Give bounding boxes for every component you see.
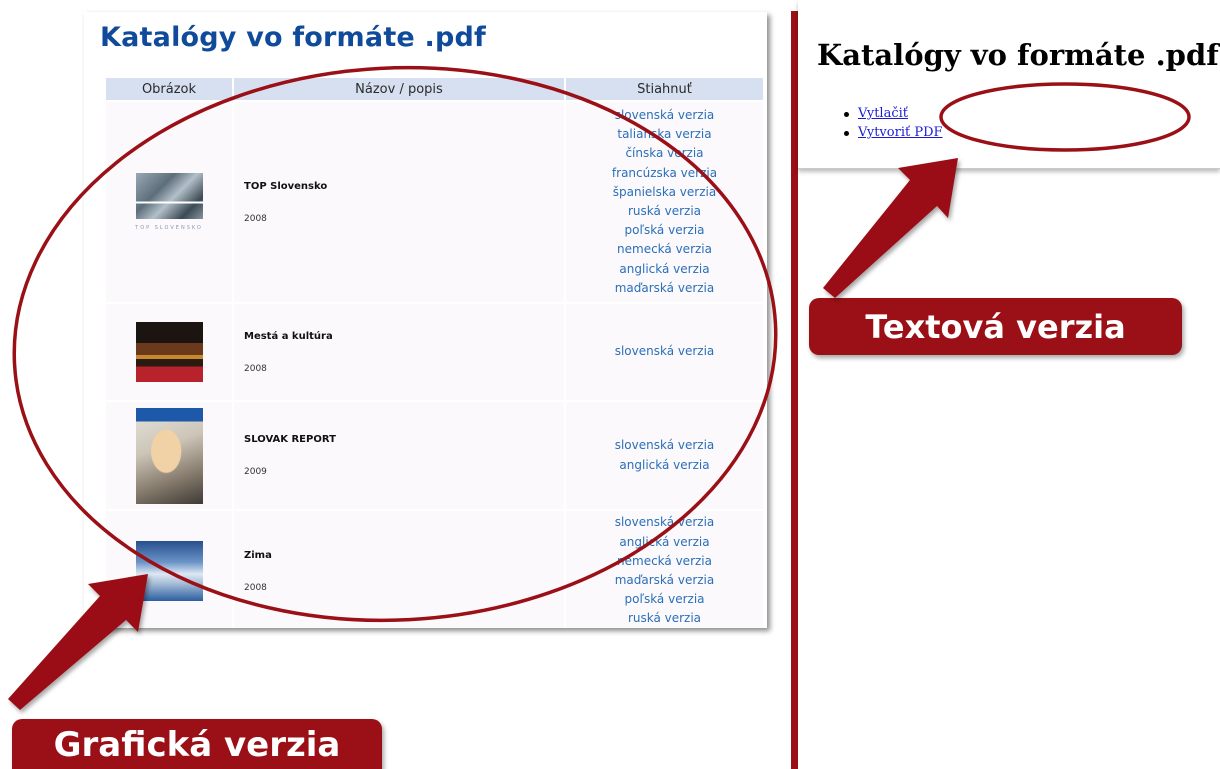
download-link[interactable]: anglická verzia [566, 260, 763, 279]
table-header-row: Obrázok Názov / popis Stiahnuť [106, 78, 763, 100]
column-header-image: Obrázok [106, 78, 232, 100]
catalog-download-cell: slovenská verzia anglická verzia nemecká… [566, 511, 763, 628]
arrow-icon [823, 158, 958, 298]
catalog-title: SLOVAK REPORT [244, 434, 336, 445]
catalog-name-cell: Mestá a kultúra 2008 [234, 304, 564, 400]
text-version-label: Textová verzia [809, 298, 1182, 355]
slide: Katalógy vo formáte .pdf Obrázok Názov /… [0, 0, 1220, 769]
graphical-version-label: Grafická verzia [12, 719, 382, 769]
download-link[interactable]: ruská verzia [566, 202, 763, 221]
download-link[interactable]: francúzska verzia [566, 164, 763, 183]
vertical-divider [791, 11, 798, 769]
catalog-title: Zima [244, 549, 272, 561]
catalog-thumbnail[interactable] [135, 173, 203, 219]
create-pdf-link[interactable]: Vytvoriť PDF [858, 125, 943, 140]
catalog-image-cell: TOP SLOVENSKO [106, 102, 232, 302]
download-link[interactable]: nemecká verzia [566, 552, 763, 571]
column-header-download: Stiahnuť [566, 78, 763, 100]
graphical-version-screenshot: Katalógy vo formáte .pdf Obrázok Názov /… [84, 12, 767, 628]
download-link[interactable]: anglická verzia [566, 533, 763, 552]
download-link[interactable]: nemecká verzia [566, 240, 763, 259]
catalog-name-cell: SLOVAK REPORT 2009 [234, 402, 564, 509]
download-link[interactable]: poľská verzia [566, 221, 763, 240]
catalog-download-cell: slovenská verzia anglická verzia [566, 402, 763, 509]
page-title: Katalógy vo formáte .pdf [100, 22, 486, 53]
download-link[interactable]: maďarská verzia [566, 571, 763, 590]
download-link[interactable]: anglická verzia [566, 456, 763, 475]
catalog-thumbnail[interactable] [135, 407, 203, 504]
print-link[interactable]: Vytlačiť [858, 106, 908, 121]
table-row: SLOVAK REPORT 2009 slovenská verzia angl… [106, 402, 763, 509]
catalog-title: Mestá a kultúra [244, 330, 333, 342]
catalog-year: 2009 [244, 467, 267, 477]
catalog-year: 2008 [244, 582, 267, 593]
thumbnail-caption: TOP SLOVENSKO [135, 225, 203, 231]
download-link[interactable]: talianska verzia [566, 125, 763, 144]
catalog-download-cell: slovenská verzia [566, 304, 763, 400]
catalog-thumbnail[interactable] [135, 541, 203, 601]
table-row: TOP SLOVENSKO TOP Slovensko 2008 slovens… [106, 102, 763, 302]
download-link[interactable]: poľská verzia [566, 590, 763, 609]
catalog-image-cell [106, 402, 232, 509]
text-version-screenshot: Katalógy vo formáte .pdf Vytlačiť Vytvor… [798, 0, 1220, 169]
list-item: Vytvoriť PDF [844, 123, 943, 142]
download-link[interactable]: slovenská verzia [566, 342, 763, 361]
list-item: Vytlačiť [844, 104, 943, 123]
action-links: Vytlačiť Vytvoriť PDF [844, 104, 943, 142]
catalog-name-cell: TOP Slovensko 2008 [234, 102, 564, 302]
catalog-table: Obrázok Názov / popis Stiahnuť TOP SLOVE… [104, 76, 765, 628]
catalog-name-cell: Zima 2008 [234, 511, 564, 628]
download-link[interactable]: čínska verzia [566, 144, 763, 163]
catalog-year: 2008 [244, 213, 267, 224]
catalog-image-cell [106, 304, 232, 400]
column-header-name: Názov / popis [234, 78, 564, 100]
download-link[interactable]: maďarská verzia [566, 279, 763, 298]
table-row: Zima 2008 slovenská verzia anglická verz… [106, 511, 763, 628]
download-link[interactable]: slovenská verzia [566, 106, 763, 125]
catalog-image-cell [106, 511, 232, 628]
download-link[interactable]: slovenská verzia [566, 513, 763, 532]
download-link[interactable]: slovenská verzia [566, 436, 763, 455]
page-title: Katalógy vo formáte .pdf [817, 38, 1219, 72]
catalog-download-cell: slovenská verzia talianska verzia čínska… [566, 102, 763, 302]
download-link[interactable]: ruská verzia [566, 609, 763, 628]
catalog-year: 2008 [244, 363, 267, 374]
catalog-title: TOP Slovensko [244, 180, 328, 192]
catalog-thumbnail[interactable] [135, 322, 203, 382]
download-link[interactable]: španielska verzia [566, 183, 763, 202]
table-row: Mestá a kultúra 2008 slovenská verzia [106, 304, 763, 400]
